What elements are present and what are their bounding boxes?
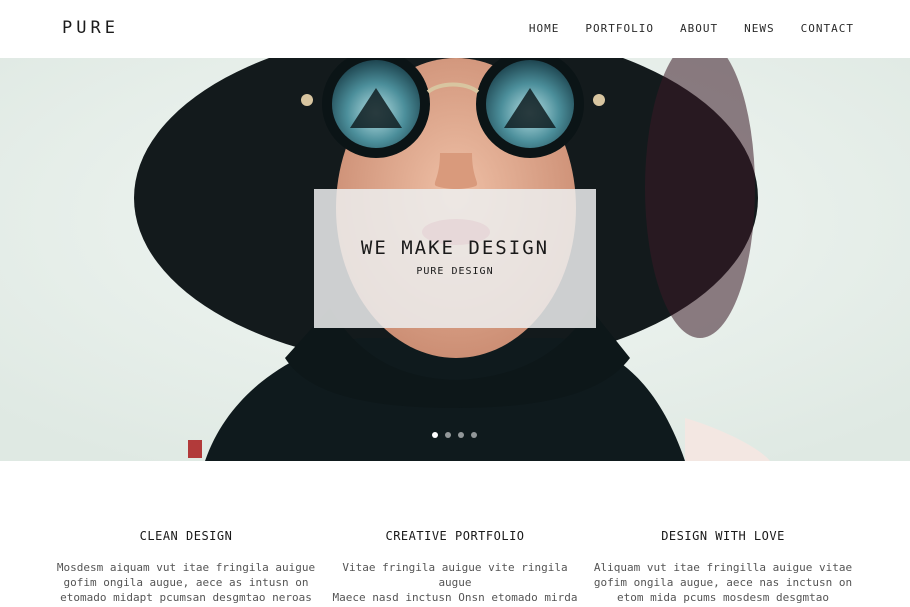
nav-contact[interactable]: CONTACT [801,22,854,35]
feature-text-line: gofim ongila augue, aece as intusn on [63,576,309,589]
slider-dot-2[interactable] [445,432,451,438]
hero-title: WE MAKE DESIGN [360,237,550,259]
page: PURE HOME PORTFOLIO ABOUT NEWS CONTACT W… [0,0,910,607]
feature-text-line: Mosdesm aiquam vut itae fringila auigue [56,561,316,574]
feature-creative-portfolio: CREATIVE PORTFOLIO Vitae fringila auigue… [325,529,585,605]
nav-news[interactable]: NEWS [744,22,775,35]
nav-about[interactable]: ABOUT [680,22,718,35]
feature-text: Aliquam vut itae fringilla auigue vitae … [593,560,853,605]
feature-text: Mosdesm aiquam vut itae fringila auigue … [56,560,316,605]
feature-text-line: Aliquam vut itae fringilla auigue vitae [593,561,853,574]
hero-slider: WE MAKE DESIGN PURE DESIGN [0,58,910,461]
hero-subtitle: PURE DESIGN [416,266,494,277]
feature-title: DESIGN WITH LOVE [661,529,785,543]
main-nav: HOME PORTFOLIO ABOUT NEWS CONTACT [503,22,854,35]
site-logo[interactable]: PURE [62,18,119,38]
hero-caption-box: WE MAKE DESIGN PURE DESIGN [314,189,596,328]
slider-dot-4[interactable] [471,432,477,438]
feature-text-line: etom mida pcums mosdesm desgmtao [617,591,829,604]
feature-clean-design: CLEAN DESIGN Mosdesm aiquam vut itae fri… [56,529,316,605]
slider-dot-3[interactable] [458,432,464,438]
feature-text-line: Vitae fringila auigue vite ringila [342,561,568,574]
feature-design-with-love: DESIGN WITH LOVE Aliquam vut itae fringi… [593,529,853,605]
feature-text-line: augue [438,576,472,589]
site-header: PURE HOME PORTFOLIO ABOUT NEWS CONTACT [0,0,910,58]
feature-title: CREATIVE PORTFOLIO [385,529,525,543]
feature-text: Vitae fringila auigue vite ringila augue… [325,560,585,605]
nav-home[interactable]: HOME [529,22,560,35]
feature-text-line: gofim ongila augue, aece nas inctusn on [593,576,853,589]
nav-portfolio[interactable]: PORTFOLIO [585,22,654,35]
slider-dots [432,432,477,438]
feature-title: CLEAN DESIGN [139,529,233,543]
features-section: CLEAN DESIGN Mosdesm aiquam vut itae fri… [0,461,910,607]
slider-dot-1[interactable] [432,432,438,438]
feature-text-line: etomado midapt pcumsan desgmtao neroas [60,591,312,604]
feature-text-line: Maece nasd inctusn Onsn etomado mirda [332,591,578,604]
